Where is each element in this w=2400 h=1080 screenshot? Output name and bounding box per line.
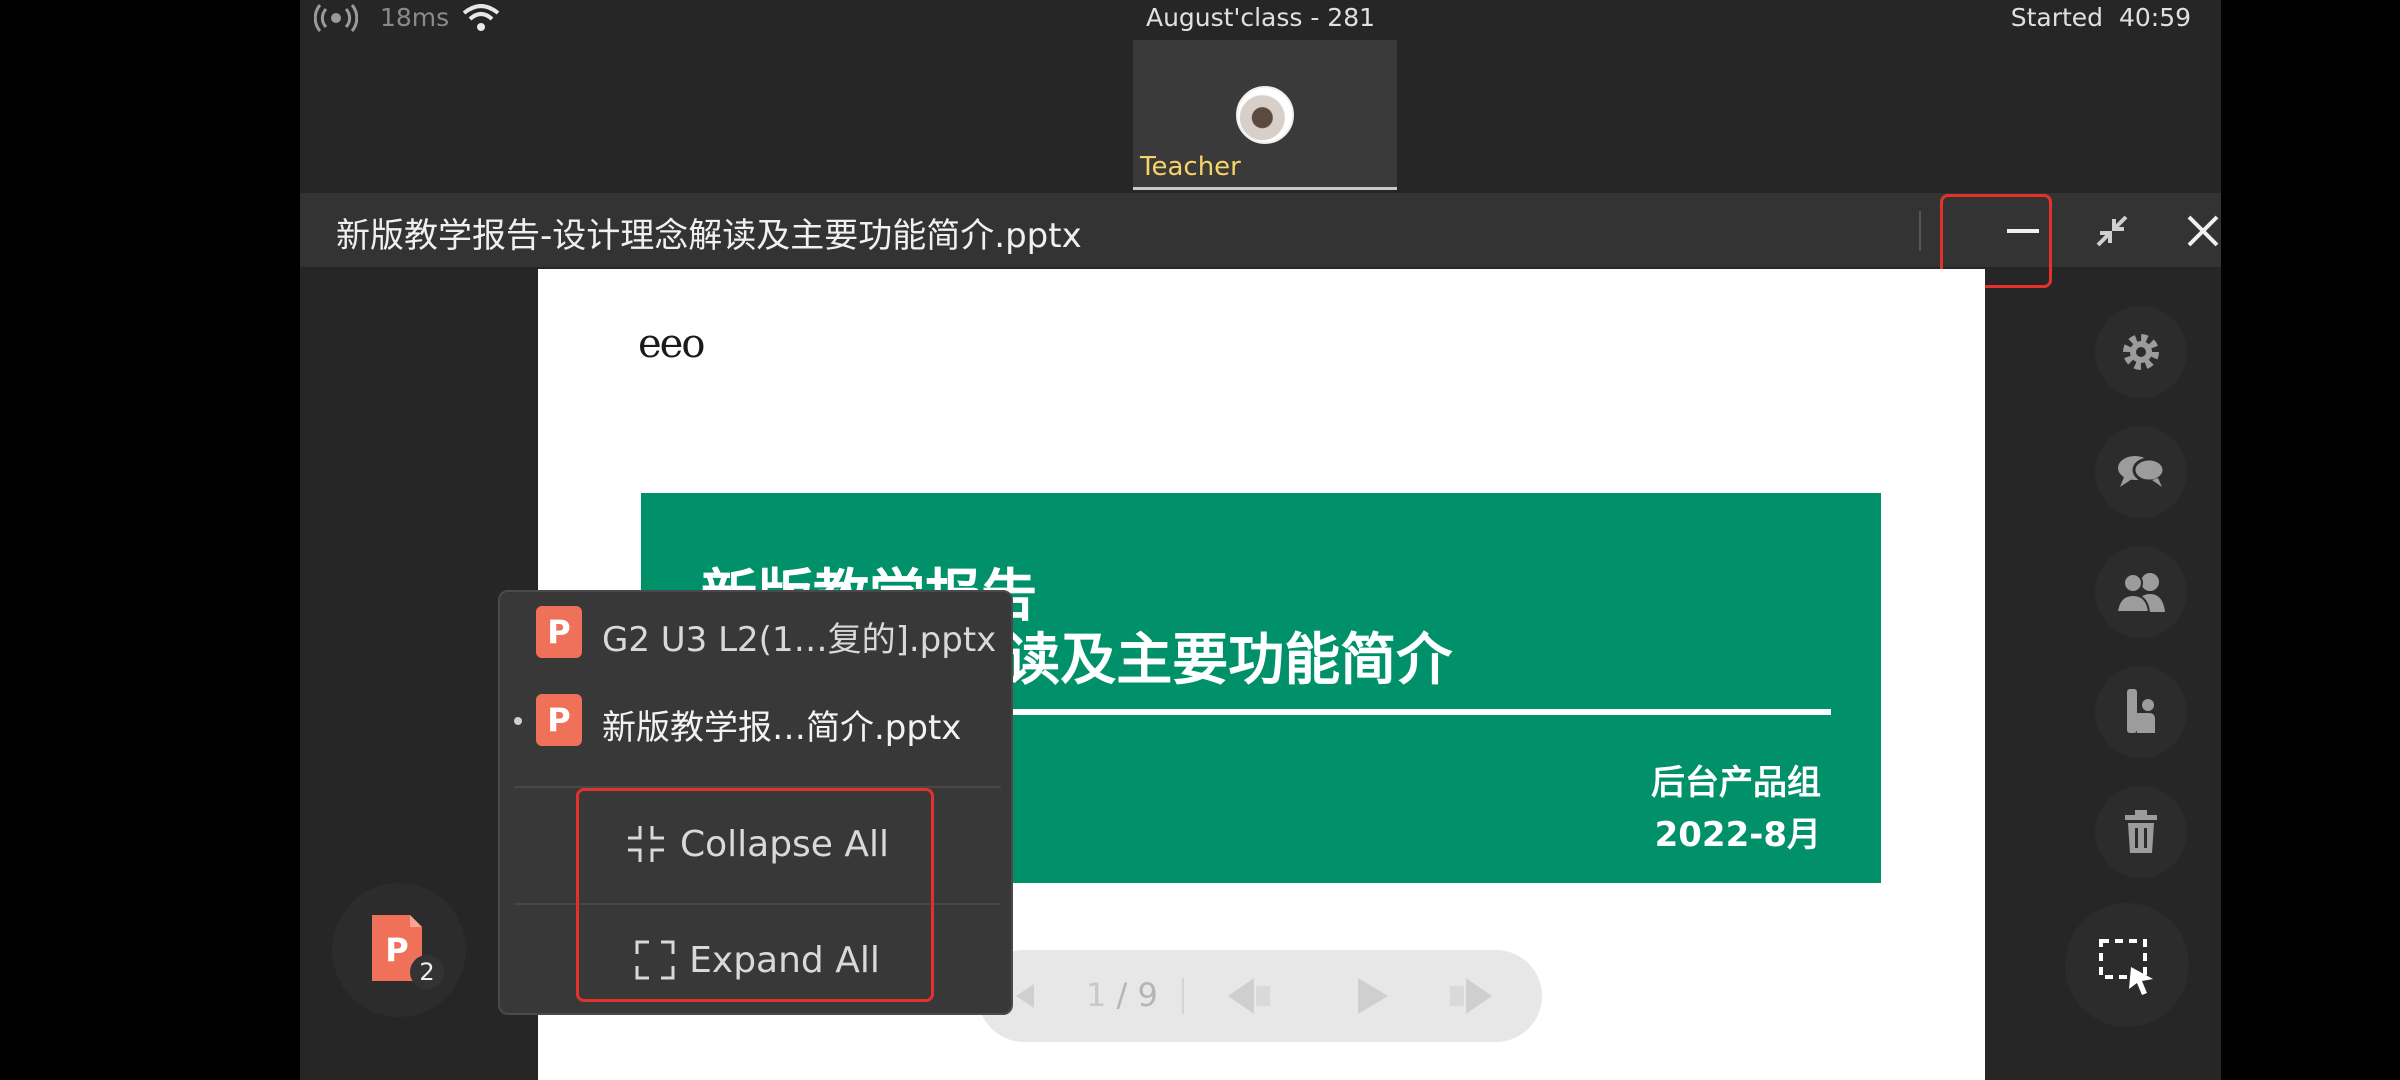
title-divider [1919, 211, 1921, 251]
page-counter: 1 / 9 [1086, 976, 1158, 1014]
file-title: 新版教学报告-设计理念解读及主要功能简介.pptx [336, 216, 1082, 256]
eeo-logo: eeo [638, 321, 705, 367]
raise-hand-button[interactable] [2095, 666, 2187, 758]
ppt-file-icon: P [536, 694, 582, 746]
selection-cursor-icon [2099, 939, 2153, 995]
collapse-expand-highlight [576, 788, 934, 1002]
close-button[interactable] [2173, 201, 2221, 261]
video-name-label: Teacher [1140, 152, 1241, 182]
next-icon [1450, 978, 1492, 1014]
raise-hand-icon [2127, 689, 2155, 733]
chat-button[interactable] [2095, 426, 2187, 518]
class-title: August'class - 281 [1145, 3, 1376, 32]
page-control: 1 / 9 [978, 950, 1542, 1042]
users-icon [2115, 573, 2165, 613]
page-current: 1 [1086, 976, 1107, 1014]
file-title-bar: 新版教学报告-设计理念解读及主要功能简介.pptx [300, 193, 2221, 288]
prev-step-button[interactable] [1224, 972, 1274, 1024]
started-timer: Started 40:59 [2011, 3, 2191, 32]
slide-date: 2022-8月 [1654, 815, 1821, 855]
started-label: Started [2010, 3, 2104, 32]
trash-icon [2125, 810, 2157, 853]
close-icon [2187, 215, 2219, 247]
delete-button[interactable] [2095, 786, 2187, 878]
restore-button[interactable] [2082, 201, 2142, 261]
file-name: G2 U3 L2(1…复的].pptx [602, 620, 997, 660]
classroom-screen: 18ms August'class - 281 Started 40:59 Te… [300, 0, 2221, 1080]
chat-icon [2118, 456, 2166, 487]
play-icon [1358, 978, 1388, 1014]
file-list-item[interactable]: P G2 U3 L2(1…复的].pptx [500, 592, 1015, 672]
teacher-video-tile[interactable]: Teacher [1133, 40, 1397, 190]
gear-icon [2123, 334, 2159, 370]
page-total: / 9 [1116, 976, 1158, 1014]
svg-text:P: P [385, 931, 408, 969]
file-list-popup: P G2 U3 L2(1…复的].pptx P 新版教学报…简介.pptx Co… [498, 590, 1013, 1015]
status-bar: 18ms August'class - 281 Started 40:59 [300, 0, 2221, 38]
slide-team: 后台产品组 [1651, 763, 1821, 803]
file-list-button[interactable]: P 2 [332, 883, 466, 1017]
file-count-badge: 2 [410, 955, 444, 989]
select-tool-button[interactable] [2065, 903, 2189, 1027]
shrink-icon [2096, 215, 2128, 247]
active-dot-icon [514, 717, 522, 725]
members-button[interactable] [2095, 546, 2187, 638]
play-button[interactable] [1348, 972, 1396, 1024]
settings-button[interactable] [2095, 306, 2187, 398]
avatar [1236, 86, 1294, 144]
file-list-item-active[interactable]: P 新版教学报…简介.pptx [500, 680, 1015, 760]
file-name: 新版教学报…简介.pptx [602, 708, 962, 748]
prev-icon [1228, 978, 1270, 1014]
started-time: 40:59 [2118, 3, 2191, 32]
page-divider [1182, 978, 1184, 1014]
next-step-button[interactable] [1446, 972, 1496, 1024]
ppt-file-icon: P [536, 606, 582, 658]
